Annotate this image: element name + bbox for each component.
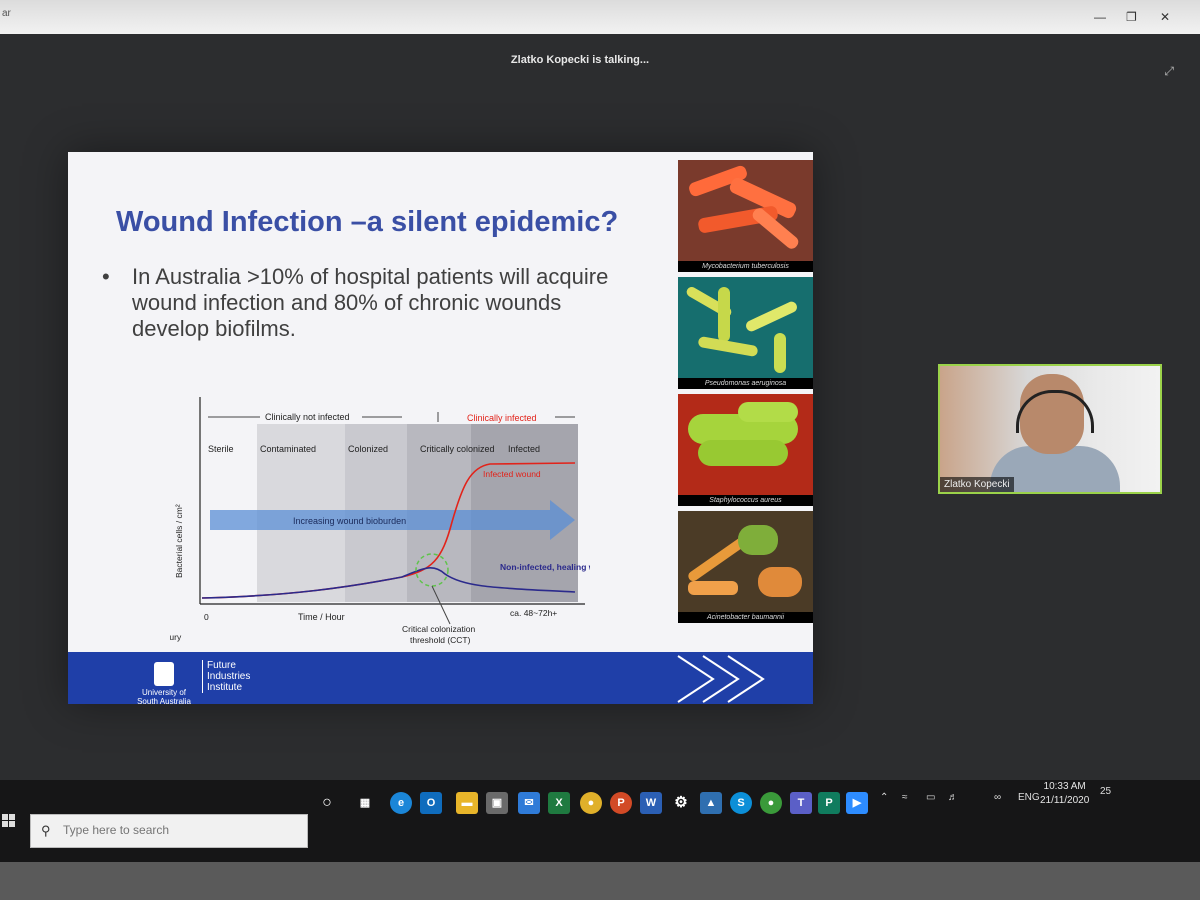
settings-icon[interactable]: ⚙	[670, 792, 692, 814]
photos-icon[interactable]: ▲	[700, 792, 722, 814]
mail-icon[interactable]: ✉	[518, 792, 540, 814]
clock-date: 21/11/2020	[1040, 795, 1090, 806]
slide-title: Wound Infection –a silent epidemic?	[116, 206, 619, 238]
show-hidden-icons-icon[interactable]: ⌃	[880, 792, 888, 803]
minimize-icon[interactable]: —	[1094, 10, 1106, 24]
slide-footer: University of South Australia Future Ind…	[68, 652, 813, 706]
outlook-icon[interactable]: O	[420, 792, 442, 814]
active-speaker-label: Zlatko Kopecki is talking...	[510, 54, 650, 66]
photo-acinetobacter: Acinetobacter baumannii	[678, 511, 813, 623]
desk-surface	[0, 862, 1200, 900]
university-line1: University of	[141, 688, 186, 697]
search-icon: ⚲	[41, 823, 51, 838]
header-right-label: Clinically infected	[467, 413, 537, 423]
stage-label-contaminated: Contaminated	[260, 444, 316, 454]
photo-caption: Mycobacterium tuberculosis	[678, 261, 813, 272]
unisa-logo-icon	[154, 662, 174, 686]
series-label-infected-wound: Infected wound	[483, 469, 541, 479]
teams-icon[interactable]: T	[790, 792, 812, 814]
meeting-area: Zlatko Kopecki is talking... ⤢ Wound Inf…	[0, 34, 1200, 780]
institute-line3: Institute	[207, 682, 243, 693]
x-end-label: ca. 48~72h+	[510, 608, 557, 618]
chrome-icon[interactable]: ●	[580, 792, 602, 814]
close-icon[interactable]: ✕	[1160, 10, 1170, 24]
photo-caption: Pseudomonas aeruginosa	[678, 378, 813, 389]
arrow-label: Increasing wound bioburden	[293, 516, 406, 526]
stage-label-colonized: Colonized	[348, 444, 388, 454]
series-label-healing-wound: Non-infected, healing wound	[500, 562, 590, 572]
excel-icon[interactable]: X	[548, 792, 570, 814]
restore-icon[interactable]: ❐	[1126, 10, 1137, 24]
shared-slide: Wound Infection –a silent epidemic? • In…	[68, 152, 813, 706]
wifi-icon[interactable]: ≈	[902, 792, 908, 803]
exit-fullscreen-icon[interactable]: ⤢	[1164, 64, 1174, 79]
stage-label-sterile: Sterile	[208, 444, 234, 454]
institute-line2: Industries	[207, 671, 251, 682]
word-icon[interactable]: W	[640, 792, 662, 814]
bullet-marker: •	[102, 264, 110, 289]
publisher-icon[interactable]: P	[818, 792, 840, 814]
header-left-label: Clinically not infected	[265, 412, 350, 422]
bioburden-chart: Clinically not infected Clinically infec…	[170, 397, 590, 645]
footer-pattern-icon	[677, 655, 765, 703]
notification-count: 25	[1100, 786, 1112, 797]
skype-icon[interactable]: S	[730, 792, 752, 814]
cortana-icon[interactable]: ○	[316, 792, 338, 814]
edge-icon[interactable]: e	[390, 792, 412, 814]
participant-video[interactable]: Zlatko Kopecki	[938, 364, 1162, 494]
store-icon[interactable]: ▣	[486, 792, 508, 814]
system-clock[interactable]: 10:33 AM 21/11/2020	[1040, 780, 1089, 808]
clock-time: 10:33 AM	[1043, 781, 1086, 792]
volume-icon[interactable]: ♬	[948, 792, 958, 803]
stage-label-critically-colonized: Critically colonized	[420, 444, 495, 454]
battery-icon[interactable]: ▭	[926, 792, 935, 803]
window-title: ar	[2, 8, 11, 19]
language-indicator[interactable]: ENG	[1018, 792, 1040, 803]
university-name: University of South Australia	[132, 688, 196, 706]
start-label: Skin injury	[170, 632, 182, 642]
notification-center-icon[interactable]: 25	[1100, 786, 1111, 797]
stage-label-infected: Infected	[508, 444, 540, 454]
threshold-label-line2: threshold (CCT)	[410, 635, 471, 645]
windows-start-icon[interactable]	[2, 814, 16, 828]
x-origin-label: 0	[204, 612, 209, 622]
search-input[interactable]	[61, 822, 295, 838]
powerpoint-icon[interactable]: P	[610, 792, 632, 814]
photo-caption: Staphylococcus aureus	[678, 495, 813, 506]
y-axis-label: Bacterial cells / cm²	[174, 504, 184, 578]
photo-pseudomonas: Pseudomonas aeruginosa	[678, 277, 813, 389]
x-axis-label: Time / Hour	[298, 612, 345, 622]
institute-name: Future Industries Institute	[202, 660, 250, 693]
task-view-icon[interactable]: ▦	[354, 792, 376, 814]
bullet-text: In Australia >10% of hospital patients w…	[132, 264, 609, 341]
taskbar-search[interactable]: ⚲	[30, 814, 308, 848]
threshold-label-line1: Critical colonization	[402, 624, 475, 634]
photo-mycobacterium: Mycobacterium tuberculosis	[678, 160, 813, 272]
bacteria-photos: Mycobacterium tuberculosis Pseudomonas a…	[678, 160, 813, 628]
university-line2: South Australia	[137, 697, 191, 706]
photo-staphylococcus: Staphylococcus aureus	[678, 394, 813, 506]
network-icon[interactable]: ∞	[994, 792, 1001, 803]
participant-name: Zlatko Kopecki	[940, 477, 1014, 492]
institute-line1: Future	[207, 660, 236, 671]
file-explorer-icon[interactable]: ▬	[456, 792, 478, 814]
zoom-icon[interactable]: ▶	[846, 792, 868, 814]
window-titlebar: ar — ❐ ✕	[0, 0, 1200, 34]
photo-caption: Acinetobacter baumannii	[678, 612, 813, 623]
chrome-profile-icon[interactable]: ●	[760, 792, 782, 814]
